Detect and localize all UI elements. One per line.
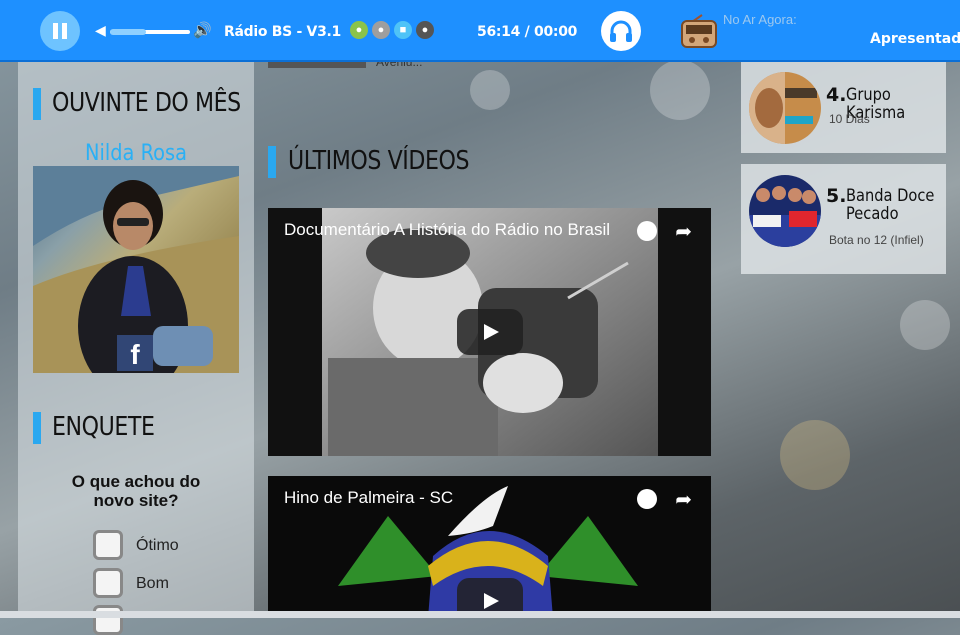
poll-option-checkbox[interactable]	[93, 530, 123, 560]
watch-later-icon[interactable]	[637, 489, 657, 509]
background-bokeh	[470, 70, 510, 110]
video-player[interactable]: Hino de Palmeira - SC ➦	[268, 476, 711, 618]
play-button[interactable]	[457, 309, 523, 355]
ranking-number: 4.	[826, 84, 847, 106]
radio-icon	[680, 13, 718, 49]
volume-level-fill[interactable]	[110, 29, 146, 35]
share-icon[interactable]: ➦	[675, 219, 692, 244]
poll-option-label: Bom	[136, 575, 169, 592]
poll-question: O que achou do novo site?	[71, 472, 201, 510]
on-air-label: No Ar Agora:	[723, 12, 797, 27]
facebook-icon[interactable]: f	[117, 335, 153, 371]
blackberry-icon[interactable]: ●	[416, 21, 434, 39]
ranking-subtitle: Bota no 12 (Infiel)	[829, 233, 924, 247]
apple-icon[interactable]: ●	[372, 21, 390, 39]
os-taskbar	[0, 611, 960, 618]
section-accent-bar	[33, 412, 41, 444]
section-accent-bar	[33, 88, 41, 120]
share-icon[interactable]: ➦	[675, 487, 692, 512]
ranking-thumbnail	[749, 72, 821, 144]
video-title[interactable]: Hino de Palmeira - SC	[284, 488, 453, 508]
video-title[interactable]: Documentário A História do Rádio no Bras…	[284, 220, 610, 240]
listener-of-month-title: OUVINTE DO MÊS	[52, 88, 241, 118]
volume-low-icon[interactable]: ◀	[95, 22, 106, 39]
poll-title: ENQUETE	[52, 412, 155, 442]
volume-high-icon[interactable]: 🔊	[193, 21, 212, 39]
background-bokeh	[780, 420, 850, 490]
poll-option-checkbox[interactable]	[93, 568, 123, 598]
background-bokeh	[900, 300, 950, 350]
headphones-icon[interactable]	[601, 11, 641, 51]
ranking-name[interactable]: Banda Doce Pecado	[846, 187, 949, 223]
poll-option-checkbox[interactable]	[93, 605, 123, 635]
pause-button[interactable]	[40, 11, 80, 51]
latest-videos-title: ÚLTIMOS VÍDEOS	[288, 146, 470, 176]
playback-time: 56:14 / 00:00	[477, 24, 578, 40]
video-player[interactable]: Documentário A História do Rádio no Bras…	[268, 208, 711, 456]
android-icon[interactable]: ●	[350, 21, 368, 39]
presenter-label: Apresentador:	[870, 31, 960, 47]
radio-player-bar: ◀ 🔊 Rádio BS - V3.1 ● ● ■ ● 56:14 / 00:0…	[0, 0, 960, 62]
ranking-subtitle: 10 Dias	[829, 112, 870, 126]
windows-icon[interactable]: ■	[394, 21, 412, 39]
watch-later-icon[interactable]	[637, 221, 657, 241]
previous-item-thumbnail[interactable]	[268, 62, 366, 68]
background-bokeh	[650, 60, 710, 120]
station-name: Rádio BS - V3.1	[224, 24, 341, 40]
section-accent-bar	[268, 146, 276, 178]
ranking-number: 5.	[826, 185, 847, 207]
listener-name[interactable]: Nilda Rosa	[45, 141, 226, 166]
ranking-thumbnail	[749, 175, 821, 247]
poll-option-label: Ótimo	[136, 537, 179, 554]
